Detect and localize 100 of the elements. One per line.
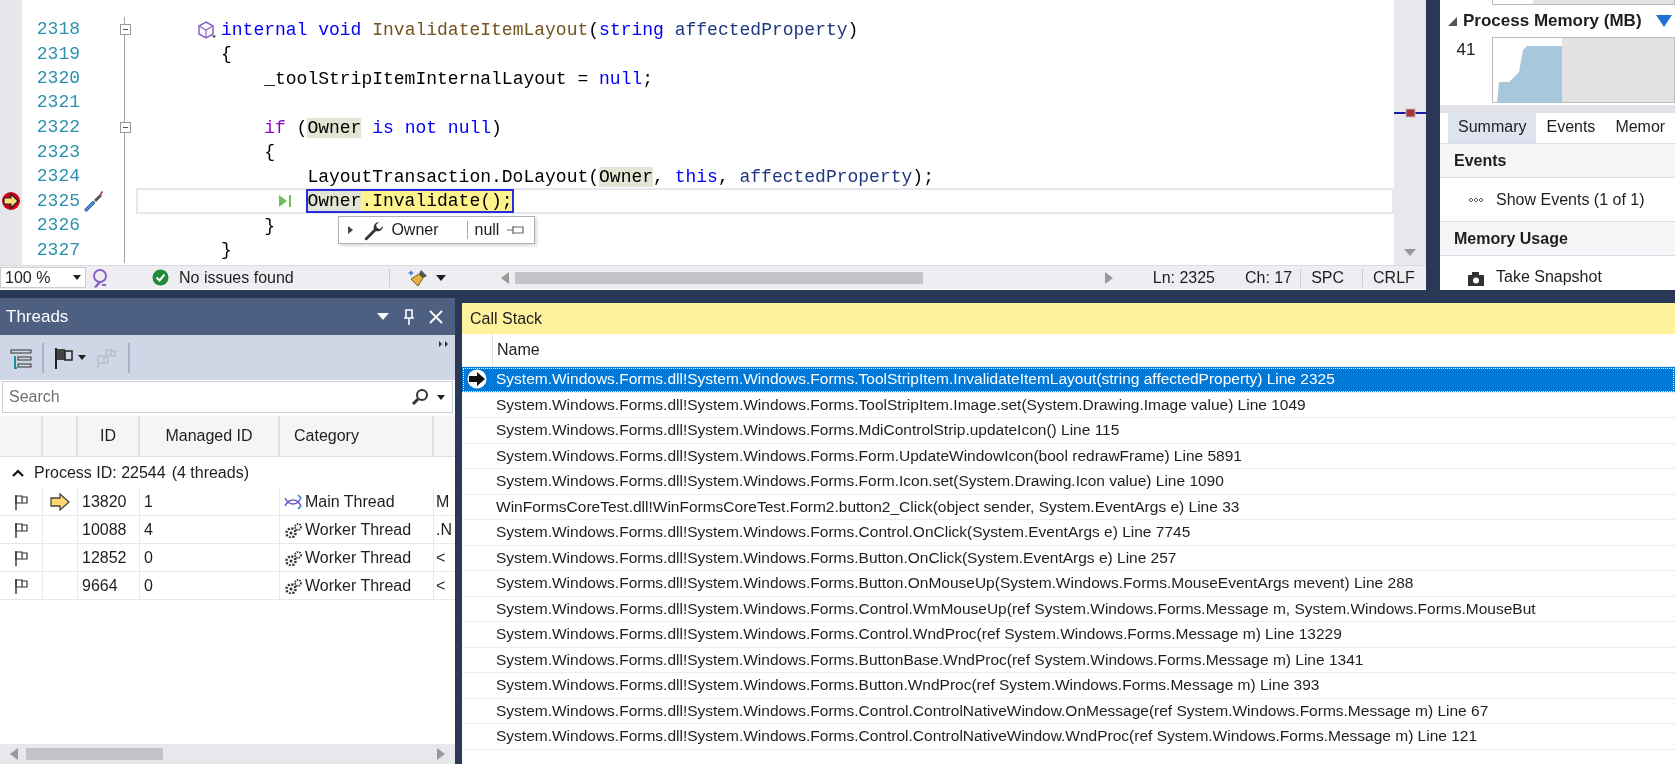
collapse-icon[interactable]	[119, 24, 131, 35]
axis-label: 41	[1455, 39, 1477, 61]
stack-frame[interactable]: System.Windows.Forms.dll!System.Windows.Forms.Control.WndProc(ref System.Windows.Forms.Message m) Line 13229	[462, 622, 1675, 648]
line-number: 2321	[35, 91, 80, 114]
error-marker-icon	[1394, 108, 1426, 118]
table-cell: Worker Thread	[305, 576, 412, 595]
table-cell: 4	[140, 516, 280, 543]
stack-frame[interactable]: System.Windows.Forms.dll!System.Windows.Forms.ButtonBase.WndProc(ref System.Windows.Forms.Message m) Line 1341	[462, 647, 1675, 673]
table-cell: Worker Thread	[305, 520, 412, 539]
line-number: 2325	[35, 189, 80, 213]
list-icon[interactable]	[10, 346, 32, 369]
collapse-icon[interactable]	[12, 468, 24, 477]
code-editor[interactable]	[0, 0, 1394, 265]
section-header: Events	[1440, 144, 1675, 178]
line-indicator: Ln: 2325	[1152, 268, 1215, 287]
overflow-icon[interactable]	[439, 341, 449, 347]
indent-mode[interactable]: SPC	[1300, 268, 1355, 287]
line-number: 2318	[35, 18, 80, 42]
flag-icon[interactable]	[14, 549, 28, 566]
scrollbar[interactable]	[1394, 0, 1426, 265]
table-cell-text: M	[435, 491, 451, 512]
gear-icon	[284, 577, 302, 594]
column-header[interactable]: Name	[493, 341, 540, 359]
search-icon[interactable]	[411, 388, 429, 406]
table-cell: 12852	[78, 544, 140, 571]
take-snapshot-button[interactable]: Take Snapshot	[1496, 268, 1602, 286]
flag-icon[interactable]	[54, 346, 74, 369]
line-number: 2326	[35, 214, 80, 238]
flag-icon[interactable]	[14, 577, 28, 594]
line-number: 2324	[35, 165, 80, 189]
main-thread-icon	[284, 493, 302, 510]
stack-frame[interactable]: System.Windows.Forms.dll!System.Windows.Forms.Control.ControlNativeWindow.OnMessage(ref System.Windows.Forms.Message m) Line 67	[462, 698, 1675, 724]
table-cell-text: .N	[435, 519, 453, 540]
code-line: }	[221, 239, 232, 261]
scroll-thumb[interactable]	[514, 271, 923, 284]
caret-icon[interactable]	[435, 274, 446, 281]
bulb-icon[interactable]	[90, 267, 110, 288]
tab[interactable]: Summary	[1448, 113, 1537, 143]
table-cell: Main Thread	[305, 492, 395, 511]
screwdriver-icon	[82, 190, 104, 212]
thread-count: (4 threads)	[171, 463, 249, 482]
dropdown-icon[interactable]	[377, 313, 389, 320]
search-field[interactable]: Search	[2, 381, 453, 413]
stack-frame[interactable]: System.Windows.Forms.dll!System.Windows.Forms.Form.UpdateWindowIcon(bool redrawFrame) Line 5891	[462, 443, 1675, 469]
line-number: 2323	[35, 140, 80, 164]
code-line: {	[221, 43, 232, 65]
table-cell-text: <	[435, 547, 447, 568]
show-events-link[interactable]: Show Events (1 of 1)	[1496, 190, 1645, 209]
flags-icon	[96, 346, 118, 369]
code-line: }	[264, 214, 275, 237]
stack-frame[interactable]: System.Windows.Forms.dll!System.Windows.Forms.Control.OnClick(System.EventArgs e) Line 7745	[462, 520, 1675, 546]
pin-icon[interactable]	[506, 223, 527, 237]
stack-frame[interactable]: System.Windows.Forms.dll!System.Windows.Forms.Form.Icon.set(System.Drawing.Icon value) Line 1090	[462, 469, 1675, 495]
column-header[interactable]: Managed ID	[140, 416, 280, 456]
collapse-icon[interactable]	[119, 122, 131, 133]
table-cell: 13820	[78, 488, 140, 515]
line-number: 2327	[35, 238, 80, 262]
pin-icon[interactable]	[403, 308, 415, 325]
section-title: Process Memory (MB)	[1463, 11, 1642, 31]
stack-frame[interactable]: System.Windows.Forms.dll!System.Windows.Forms.Button.WndProc(ref System.Windows.Forms.Message m) Line 393	[462, 673, 1675, 699]
wrench-icon	[362, 219, 385, 241]
column-header[interactable]: ID	[78, 416, 140, 456]
stack-frame[interactable]: System.Windows.Forms.dll!System.Windows.Forms.Control.WmMouseUp(ref System.Windows.Forms.Message m, System.Windows.Forms.MouseBut	[462, 596, 1675, 622]
table-cell-text: <	[435, 575, 447, 596]
caret-icon[interactable]	[437, 395, 445, 400]
code-line: LayoutTransaction.DoLayout(Owner, this, affectedProperty);	[307, 165, 934, 188]
stack-frame[interactable]: WinFormsCoreTest.dll!WinFormsCoreTest.Form2.button2_Click(object sender, System.EventArgs e) Line 33	[462, 494, 1675, 520]
stack-frame[interactable]: System.Windows.Forms.dll!System.Windows.Forms.ToolStripItem.InvalidateItemLayout(string affectedProperty) Line 2325	[462, 367, 1675, 393]
issues-status[interactable]: No issues found	[179, 268, 294, 287]
caret-icon[interactable]	[73, 275, 81, 280]
table-cell: 0	[140, 572, 280, 599]
panel-title: Call Stack	[462, 303, 1675, 334]
close-icon[interactable]	[429, 309, 443, 324]
tab[interactable]: Memor	[1605, 113, 1675, 143]
caret-icon[interactable]	[78, 355, 86, 360]
code-line: {	[264, 141, 275, 163]
tab[interactable]: Events	[1536, 113, 1606, 143]
stack-frame[interactable]: System.Windows.Forms.dll!System.Windows.Forms.Button.OnClick(System.EventArgs e) Line 257	[462, 545, 1675, 571]
marker-icon	[1655, 15, 1672, 27]
column-header[interactable]: Category	[280, 416, 434, 456]
column-indicator: Ch: 17	[1245, 268, 1293, 287]
section-header: Memory Usage	[1440, 222, 1675, 256]
stack-frame[interactable]: System.Windows.Forms.dll!System.Windows.Forms.Control.ControlNativeWindow.WndProc(ref System.Windows.Forms.Message m) Line 121	[462, 724, 1675, 750]
table-cell: 0	[140, 544, 280, 571]
collapse-icon[interactable]	[1448, 16, 1457, 26]
stack-frame[interactable]: System.Windows.Forms.dll!System.Windows.Forms.ToolStripItem.Image.set(System.Drawing.Image value) Line 1049	[462, 392, 1675, 418]
group-label: Process ID: 22544	[34, 463, 166, 482]
check-circle-icon	[152, 269, 169, 286]
zoom-combo[interactable]: 100 %	[0, 267, 86, 288]
flag-icon[interactable]	[14, 493, 28, 510]
stack-frame[interactable]: System.Windows.Forms.dll!System.Windows.Forms.Button.OnMouseUp(System.Windows.Forms.MouseEventArgs mevent) Line 288	[462, 571, 1675, 597]
gear-icon	[284, 549, 302, 566]
line-number: 2322	[35, 116, 80, 140]
stack-frame[interactable]: System.Windows.Forms.dll!System.Windows.Forms.MdiControlStrip.updateIcon() Line 115	[462, 418, 1675, 444]
flag-icon[interactable]	[14, 521, 28, 538]
scroll-thumb[interactable]	[26, 748, 163, 760]
line-ending[interactable]: CRLF	[1362, 268, 1425, 287]
gear-icon	[284, 521, 302, 538]
code-line: internal void InvalidateItemLayout(string affectedProperty)	[221, 18, 859, 41]
code-line: if (Owner is not null)	[264, 116, 502, 139]
